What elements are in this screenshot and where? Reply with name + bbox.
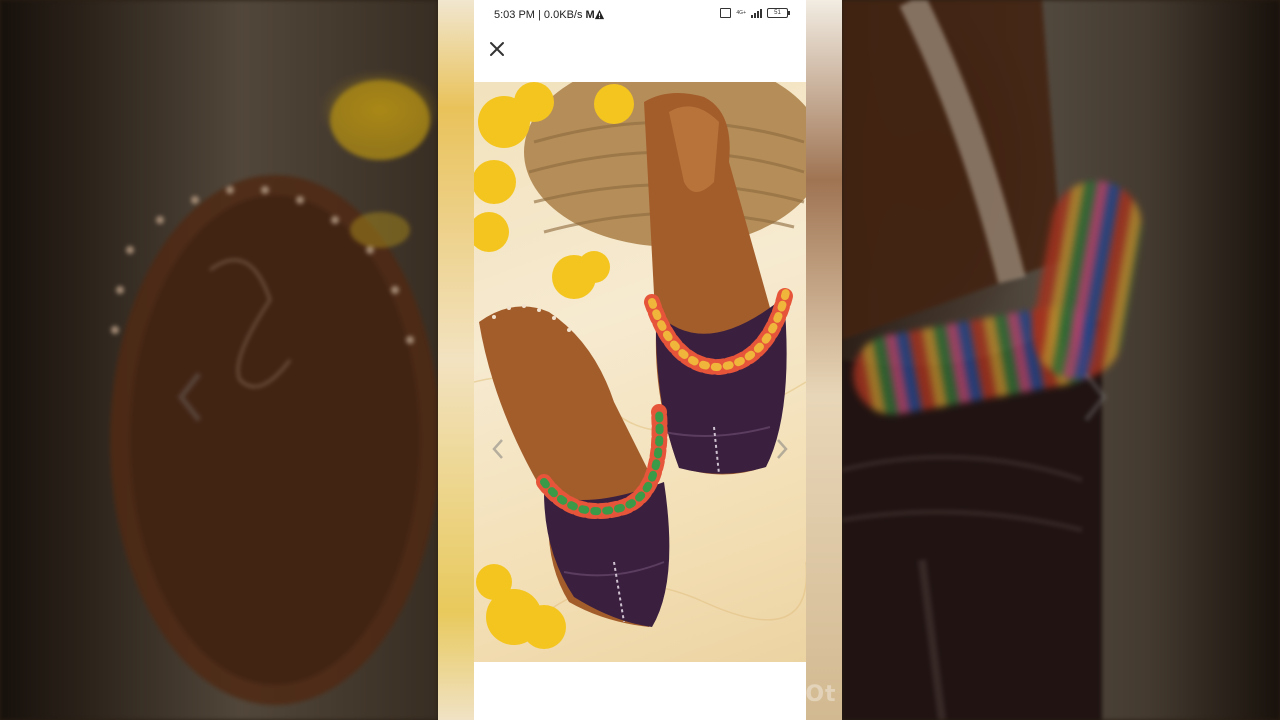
network-type: 4G+	[736, 10, 746, 16]
phone-screen: 5:03 PM | 0.0KB/s M 4G+ 51	[438, 0, 842, 720]
status-time-speed: 5:03 PM | 0.0KB/s M	[494, 9, 595, 21]
chevron-left-icon[interactable]	[490, 437, 506, 461]
watermark-logo: InShOt	[746, 682, 837, 707]
edge-blur-right	[806, 0, 842, 720]
product-illustration	[474, 82, 806, 649]
product-photo	[474, 82, 806, 662]
background-blur-left	[0, 0, 438, 720]
background-dim	[842, 0, 1280, 720]
warning-icon	[594, 9, 605, 20]
status-bar: 5:03 PM | 0.0KB/s M 4G+ 51	[474, 0, 806, 30]
signal-icon	[751, 8, 762, 18]
battery-level: 51	[774, 10, 781, 16]
edge-blur-left	[438, 0, 474, 720]
battery-icon: 51	[767, 8, 790, 18]
status-icons: 4G+ 51	[720, 8, 790, 18]
vibrate-icon	[720, 8, 732, 18]
image-viewer: 5:03 PM | 0.0KB/s M 4G+ 51	[474, 0, 806, 720]
background-dim	[0, 0, 438, 720]
background-blur-right	[842, 0, 1280, 720]
chevron-right-icon[interactable]	[774, 437, 790, 461]
close-icon[interactable]	[486, 38, 508, 60]
